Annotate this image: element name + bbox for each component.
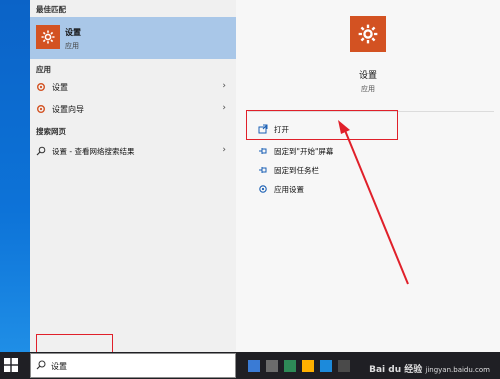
windows-start-icon[interactable] (4, 358, 18, 372)
taskbar-app-icon[interactable] (266, 360, 278, 372)
annotation-arrow (338, 120, 409, 285)
search-input[interactable]: 设置 (51, 361, 67, 372)
search-icon (36, 360, 46, 370)
taskbar-app-icon[interactable] (338, 360, 350, 372)
taskbar-app-icon[interactable] (302, 360, 314, 372)
taskbar-app-icon[interactable] (248, 360, 260, 372)
taskbar-app-icon[interactable] (320, 360, 332, 372)
taskbar-app-icon[interactable] (284, 360, 296, 372)
taskbar: 设置 Bai du 经验 jingyan.baidu.com (0, 352, 500, 379)
watermark: Bai du 经验 jingyan.baidu.com (369, 365, 490, 375)
taskbar-search-box[interactable]: 设置 (30, 353, 236, 378)
